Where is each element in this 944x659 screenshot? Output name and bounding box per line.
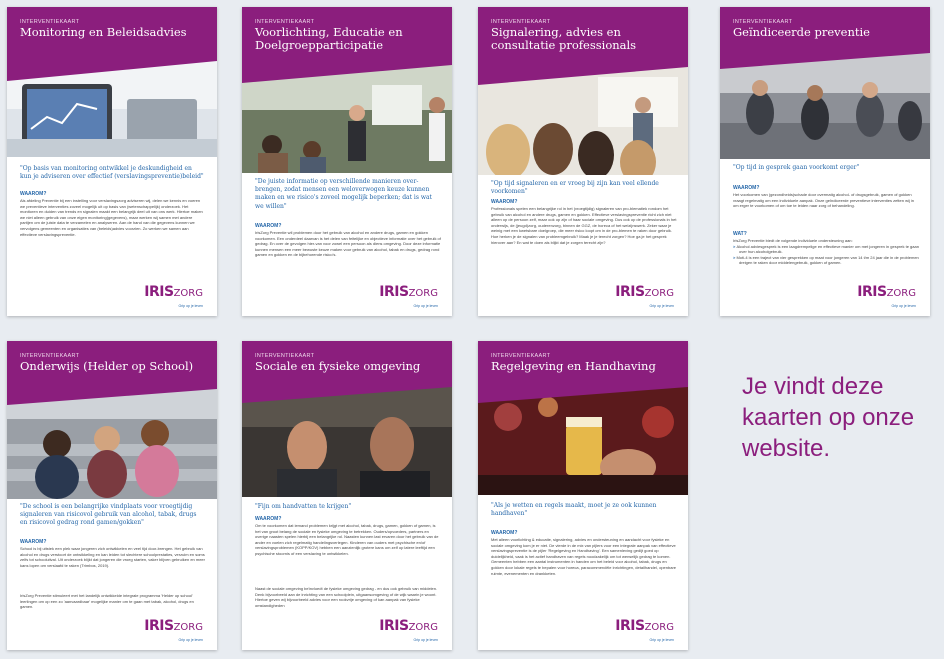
card-body: Om te voorkomen dat iemand problemen kri…	[255, 523, 439, 556]
header-wave	[720, 49, 930, 69]
iriszorg-logo: IRISZORG	[379, 618, 438, 634]
card-section-heading: WAAROM?	[20, 539, 47, 545]
card-body: Als afdeling Preventie bij een instellin…	[20, 198, 203, 237]
card-body: Het voorkomen van (gezondheids)schade do…	[733, 192, 914, 209]
card-quote: "De school is een belangrijke vindplaats…	[20, 503, 197, 527]
card-quote: "Op basis van monitoring ontwikkel je de…	[20, 165, 204, 181]
card-body-2: IrisZorg Preventie biedt de volgende ind…	[733, 238, 919, 266]
card-title: Geïndiceerde preventie	[733, 25, 870, 39]
card-quote: "Op tijd signaleren en er vroeg bij zijn…	[491, 180, 659, 196]
card-section-heading-2: WAT?	[733, 231, 747, 237]
promo-text: Je vindt deze kaarten op onze website.	[742, 373, 915, 462]
header-wave	[242, 383, 452, 403]
list-item: Moti-4 is een traject van vier gesprekke…	[736, 255, 919, 266]
card-section-heading: WAAROM?	[491, 199, 518, 205]
iriszorg-logo: IRISZORG	[615, 284, 674, 300]
card-section-heading: WAAROM?	[255, 223, 282, 229]
card-onderwijs[interactable]: INTERVENTIEKAART Onderwijs (Helder op Sc…	[7, 341, 217, 650]
card-title: Monitoring en Beleidsadvies	[20, 25, 187, 39]
card-body: Professionals spelen een belangrijke rol…	[491, 206, 677, 245]
card-quote: "Als je wetten en regels maakt, moet je …	[491, 502, 657, 518]
card-body: IrisZorg Preventie wil problemen door he…	[255, 230, 441, 258]
iriszorg-logo: IRISZORG	[857, 284, 916, 300]
card-section-heading: WAAROM?	[20, 191, 47, 197]
logo-tagline: Grip op je leven	[413, 304, 438, 308]
card-title: Regelgeving en Handhaving	[491, 359, 656, 373]
iriszorg-logo: IRISZORG	[144, 618, 203, 634]
card-section-heading: WAAROM?	[255, 516, 282, 522]
card-quote: "De juiste informatie op verschillende m…	[255, 178, 432, 210]
card-monitoring[interactable]: INTERVENTIEKAART Monitoring en Beleidsad…	[7, 7, 217, 316]
iriszorg-logo: IRISZORG	[615, 618, 674, 634]
card-body-2: Naast de sociale omgeving beïnvloedt de …	[255, 586, 438, 608]
logo-tagline: Grip op je leven	[649, 304, 674, 308]
header-wave	[478, 63, 688, 85]
logo-tagline: Grip op je leven	[178, 304, 203, 308]
card-body-2: IrisZorg Preventie stimuleert met het la…	[20, 593, 194, 610]
card-section-heading: WAAROM?	[491, 530, 518, 536]
header-wave	[478, 383, 688, 403]
card-quote: "Fijn om handvatten te krijgen"	[255, 503, 352, 510]
card-geindiceerde[interactable]: INTERVENTIEKAART Geïndiceerde preventie …	[720, 7, 930, 316]
iriszorg-logo: IRISZORG	[379, 284, 438, 300]
logo-tagline: Grip op je leven	[178, 638, 203, 642]
list-item: Alcohol adviesgesprek is een laagdrempel…	[736, 244, 919, 255]
card-regelgeving[interactable]: INTERVENTIEKAART Regelgeving en Handhavi…	[478, 341, 688, 650]
logo-tagline: Grip op je leven	[891, 304, 916, 308]
header-wave	[7, 385, 217, 405]
card-voorlichting[interactable]: INTERVENTIEKAART Voorlichting, Educatie …	[242, 7, 452, 316]
card-title: Signalering, advies en consultatie profe…	[491, 25, 637, 52]
header-wave	[7, 55, 217, 81]
card-section-heading: WAAROM?	[733, 185, 760, 191]
logo-tagline: Grip op je leven	[649, 638, 674, 642]
card-title: Voorlichting, Educatie en Doelgroepparti…	[255, 25, 403, 52]
card-quote: "Op tijd in gesprek gaan voorkomt erger"	[733, 164, 860, 171]
iriszorg-logo: IRISZORG	[144, 284, 203, 300]
card-sociale-omgeving[interactable]: INTERVENTIEKAART Sociale en fysieke omge…	[242, 341, 452, 650]
header-wave	[242, 61, 452, 83]
logo-tagline: Grip op je leven	[413, 638, 438, 642]
card-body: Met alleen voorlichting & educatie, sign…	[491, 537, 677, 576]
card-signalering[interactable]: INTERVENTIEKAART Signalering, advies en …	[478, 7, 688, 316]
card-title: Sociale en fysieke omgeving	[255, 359, 421, 373]
card-body: School is bij uitstek een plek waar jong…	[20, 546, 205, 568]
card-title: Onderwijs (Helder op School)	[20, 359, 194, 373]
